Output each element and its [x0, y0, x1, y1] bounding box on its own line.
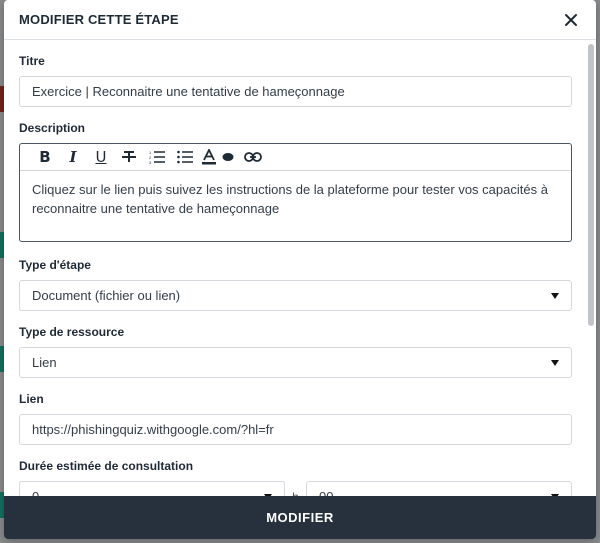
duration-hours-value: 0: [32, 489, 39, 496]
modal-scrollbar[interactable]: [588, 44, 594, 326]
link-button[interactable]: [237, 145, 269, 169]
text-color-button[interactable]: [199, 145, 219, 169]
description-content[interactable]: Cliquez sur le lien puis suivez les inst…: [20, 171, 571, 227]
modal-title: MODIFIER CETTE ÉTAPE: [19, 12, 179, 27]
title-value: Exercice | Reconnaitre une tentative de …: [32, 84, 345, 99]
title-input[interactable]: Exercice | Reconnaitre une tentative de …: [19, 76, 572, 107]
chevron-down-icon: [551, 292, 559, 299]
ordered-list-button[interactable]: 1 2 3: [143, 145, 171, 169]
bullet-list-icon: [177, 150, 193, 164]
bold-icon: B: [39, 148, 51, 166]
underline-button[interactable]: U: [87, 145, 115, 169]
bold-button[interactable]: B: [31, 145, 59, 169]
edit-step-modal: MODIFIER CETTE ÉTAPE Titre Exercice | Re…: [4, 0, 596, 539]
underline-icon: U: [95, 148, 107, 166]
description-editor[interactable]: B I U 1 2 3 Cliquez sur le lien puis sui…: [19, 143, 572, 242]
ordered-list-icon: 1 2 3: [149, 150, 165, 164]
bullet-list-button[interactable]: [171, 145, 199, 169]
chevron-down-icon: [551, 359, 559, 366]
strikethrough-icon: [122, 151, 136, 162]
resource-type-label: Type de ressource: [19, 325, 125, 339]
link-label: Lien: [19, 392, 44, 406]
italic-icon: I: [69, 148, 77, 166]
step-type-select[interactable]: Document (fichier ou lien): [19, 280, 572, 311]
link-icon: [244, 152, 262, 162]
description-label: Description: [19, 121, 86, 135]
link-input[interactable]: https://phishingquiz.withgoogle.com/?hl=…: [19, 414, 572, 445]
resource-type-select[interactable]: Lien: [19, 347, 572, 378]
duration-minutes-select[interactable]: 00: [306, 481, 572, 496]
duration-row: 0 h 00: [19, 481, 576, 496]
resource-type-value: Lien: [32, 355, 57, 370]
highlight-button[interactable]: [219, 145, 237, 169]
highlight-icon: [222, 153, 234, 161]
step-type-label: Type d'étape: [19, 258, 91, 272]
duration-minutes-value: 00: [319, 489, 333, 496]
editor-toolbar: B I U 1 2 3: [20, 144, 571, 171]
close-button[interactable]: [560, 9, 582, 31]
modal-body[interactable]: Titre Exercice | Reconnaitre une tentati…: [4, 40, 596, 496]
title-label: Titre: [19, 54, 45, 68]
duration-label: Durée estimée de consultation: [19, 459, 194, 473]
duration-hours-select[interactable]: 0: [19, 481, 285, 496]
italic-button[interactable]: I: [59, 145, 87, 169]
submit-button[interactable]: MODIFIER: [4, 496, 596, 539]
submit-button-label: MODIFIER: [266, 510, 334, 525]
modal-header: MODIFIER CETTE ÉTAPE: [4, 0, 596, 40]
strikethrough-button[interactable]: [115, 145, 143, 169]
text-color-icon: [202, 149, 216, 165]
svg-text:3: 3: [149, 160, 152, 164]
close-icon: [565, 13, 577, 26]
step-type-value: Document (fichier ou lien): [32, 288, 181, 303]
link-value: https://phishingquiz.withgoogle.com/?hl=…: [32, 422, 274, 437]
